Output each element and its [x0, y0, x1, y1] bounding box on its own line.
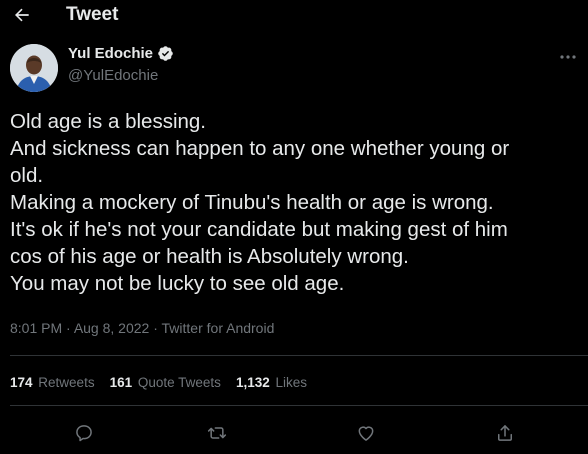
- tweet-time[interactable]: 8:01 PM: [10, 320, 62, 336]
- author-name[interactable]: Yul Edochie: [68, 45, 174, 62]
- more-options-button[interactable]: [556, 47, 580, 67]
- quote-tweets-count: 161: [109, 375, 133, 390]
- reply-button[interactable]: [72, 421, 96, 445]
- engagement-stats: 174 Retweets 161 Quote Tweets 1,132 Likes: [10, 375, 322, 390]
- arrow-left-icon: [15, 8, 29, 22]
- author-handle[interactable]: @YulEdochie: [68, 67, 158, 84]
- tweet-line: cos of his age or health is Absolutely w…: [10, 245, 409, 268]
- tweet-line: Old age is a blessing.: [10, 110, 207, 133]
- tweet-line: And sickness can happen to any one wheth…: [10, 137, 510, 160]
- retweets-count: 174: [10, 375, 33, 390]
- likes-label: Likes: [275, 375, 308, 390]
- meta-separator: ·: [62, 320, 74, 336]
- tweet-line: Making a mockery of Tinubu's health or a…: [10, 191, 494, 214]
- retweets-label: Retweets: [38, 375, 95, 390]
- retweet-icon: [207, 427, 227, 439]
- share-icon: [498, 425, 512, 441]
- quote-tweets-label: Quote Tweets: [137, 375, 221, 390]
- verified-badge-icon: [157, 45, 174, 62]
- author-name-text: Yul Edochie: [68, 45, 154, 62]
- meta-separator: ·: [149, 320, 162, 336]
- more-horizontal-icon: [560, 55, 576, 59]
- retweets-stat[interactable]: 174 Retweets: [10, 375, 95, 390]
- avatar[interactable]: [10, 44, 58, 92]
- tweet-text: Old age is a blessing. And sickness can …: [10, 108, 582, 297]
- tweet-line: old.: [10, 164, 44, 187]
- reply-icon: [76, 425, 92, 442]
- heart-icon: [358, 426, 374, 441]
- top-bar: Tweet: [0, 0, 588, 30]
- share-button[interactable]: [493, 421, 517, 445]
- tweet-line: It's ok if he's not your candidate but m…: [10, 218, 508, 241]
- divider: [10, 405, 588, 406]
- back-button[interactable]: [10, 3, 34, 27]
- likes-count: 1,132: [235, 375, 270, 390]
- page-title: Tweet: [66, 4, 119, 25]
- tweet-line: You may not be lucky to see old age.: [10, 272, 345, 295]
- avatar-photo-icon: [10, 44, 58, 92]
- like-button[interactable]: [354, 421, 378, 445]
- tweet-meta: 8:01 PM · Aug 8, 2022 · Twitter for Andr…: [10, 320, 274, 336]
- tweet-source[interactable]: Twitter for Android: [162, 320, 275, 336]
- tweet-date[interactable]: Aug 8, 2022: [74, 320, 150, 336]
- retweet-button[interactable]: [205, 421, 229, 445]
- likes-stat[interactable]: 1,132 Likes: [236, 375, 307, 390]
- quote-tweets-stat[interactable]: 161 Quote Tweets: [110, 375, 221, 390]
- divider: [10, 355, 588, 356]
